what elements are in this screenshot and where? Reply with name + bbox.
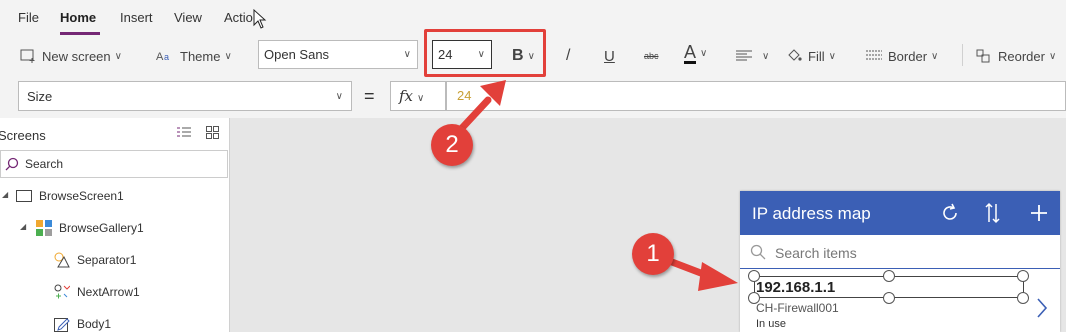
add-icon[interactable]	[1030, 204, 1048, 222]
chevron-down-icon: ∨	[114, 50, 122, 62]
mouse-cursor-icon	[253, 9, 267, 29]
fx-icon: fx	[399, 87, 414, 105]
new-screen-button[interactable]: New screen ∨	[20, 45, 122, 67]
chevron-down-icon: ∨	[762, 50, 770, 62]
collapse-arrow-icon[interactable]: ◢	[2, 190, 8, 199]
list-view-icon[interactable]	[176, 127, 192, 139]
collapse-arrow-icon[interactable]: ◢	[20, 222, 26, 231]
menu-view[interactable]: View	[174, 10, 202, 25]
resize-handle[interactable]	[883, 270, 895, 282]
font-family-select[interactable]: Open Sans ∨	[258, 40, 418, 69]
arrow-control-icon	[54, 284, 70, 299]
tree-item-body1[interactable]: Body1	[54, 314, 111, 332]
new-screen-icon	[20, 49, 35, 63]
equals-sign: =	[364, 86, 375, 106]
font-color-button[interactable]: A ∨	[684, 42, 707, 64]
chevron-down-icon: ∨	[1048, 50, 1057, 62]
shapes-icon	[54, 252, 70, 268]
paint-bucket-icon	[788, 49, 802, 61]
italic-icon: /	[566, 47, 571, 64]
callout-highlight-box	[424, 29, 546, 77]
chevron-down-icon: ∨	[931, 50, 939, 62]
resize-handle[interactable]	[1017, 292, 1029, 304]
tree-item-label: BrowseGallery1	[59, 221, 144, 235]
menu-insert[interactable]: Insert	[120, 10, 153, 25]
next-arrow-icon[interactable]	[1036, 297, 1048, 319]
tree-item-nextarrow1[interactable]: NextArrow1	[54, 282, 140, 302]
refresh-icon[interactable]	[940, 203, 960, 223]
underline-icon: U	[604, 47, 615, 65]
svg-text:a: a	[164, 52, 169, 62]
theme-label: Theme	[180, 48, 221, 64]
app-preview-screen[interactable]: IP address map Search items 192.168.1.1 …	[740, 191, 1060, 332]
app-search-placeholder: Search items	[775, 245, 857, 261]
app-header: IP address map	[740, 191, 1060, 235]
tree-item-label: Body1	[77, 317, 112, 331]
sort-icon[interactable]	[985, 202, 1001, 224]
active-tab-indicator	[60, 32, 100, 35]
callout-badge-2: 2	[431, 124, 473, 166]
formula-value: 24	[457, 88, 472, 103]
italic-button[interactable]: /	[566, 45, 570, 67]
app-title: IP address map	[752, 204, 871, 223]
tree-item-label: NextArrow1	[77, 285, 140, 299]
tree-search-placeholder: Search	[25, 157, 64, 171]
theme-icon: Aa	[156, 51, 169, 63]
resize-handle[interactable]	[748, 292, 760, 304]
edit-text-icon	[54, 318, 70, 332]
align-button[interactable]: ∨	[736, 45, 769, 67]
strikethrough-button[interactable]: abc	[644, 45, 659, 67]
font-family-value: Open Sans	[264, 47, 330, 62]
border-button[interactable]: Border ∨	[866, 45, 938, 67]
align-left-icon	[736, 50, 752, 61]
gallery-icon	[36, 220, 52, 236]
theme-button[interactable]: Aa Theme ∨	[156, 45, 232, 67]
formula-input[interactable]: 24	[446, 81, 1066, 111]
thumbnail-view-icon[interactable]	[206, 126, 219, 139]
tree-item-label: Separator1	[77, 253, 137, 267]
fx-button[interactable]: fx ∨	[390, 81, 446, 111]
font-color-icon: A	[684, 41, 697, 64]
border-icon	[866, 50, 882, 60]
chevron-down-icon: ∨	[417, 93, 425, 104]
underline-button[interactable]: U	[604, 45, 615, 67]
reorder-label: Reorder	[998, 48, 1045, 64]
search-icon	[750, 244, 766, 260]
screen-icon	[16, 190, 32, 202]
tree-item-browsescreen1[interactable]: BrowseScreen1	[16, 186, 124, 206]
search-icon	[5, 157, 19, 171]
border-label: Border	[888, 48, 928, 64]
tree-item-label: BrowseScreen1	[39, 189, 124, 203]
callout-badge-1: 1	[632, 233, 674, 275]
resize-handle[interactable]	[748, 270, 760, 282]
strikethrough-icon: abc	[644, 51, 659, 61]
reorder-icon	[976, 49, 990, 63]
tree-item-browsegallery1[interactable]: BrowseGallery1	[36, 218, 144, 238]
menu-home[interactable]: Home	[60, 10, 96, 25]
property-select[interactable]: Size ∨	[18, 81, 352, 111]
gallery-item-subtitle: CH-Firewall001	[756, 301, 839, 315]
fill-button[interactable]: Fill ∨	[786, 45, 836, 67]
resize-handle[interactable]	[1017, 270, 1029, 282]
chevron-down-icon: ∨	[335, 91, 343, 102]
reorder-button[interactable]: Reorder ∨	[976, 45, 1056, 67]
gallery-item-body: In use	[756, 318, 786, 330]
menu-file[interactable]: File	[18, 10, 39, 25]
pane-title: Screens	[0, 128, 46, 143]
chevron-down-icon: ∨	[828, 50, 836, 62]
chevron-down-icon: ∨	[224, 50, 232, 62]
new-screen-label: New screen	[42, 48, 111, 64]
resize-handle[interactable]	[883, 292, 895, 304]
ribbon-divider	[962, 44, 963, 66]
tree-search-input[interactable]: Search	[0, 150, 228, 178]
tree-item-separator1[interactable]: Separator1	[54, 250, 136, 270]
app-search-input[interactable]: Search items	[740, 235, 1060, 269]
fill-label: Fill	[808, 48, 825, 64]
chevron-down-icon: ∨	[403, 49, 411, 60]
chevron-down-icon: ∨	[700, 47, 708, 59]
property-value: Size	[27, 89, 53, 104]
svg-text:A: A	[156, 51, 164, 63]
tree-view-pane: Screens Search ◢ BrowseScreen1 ◢ BrowseG…	[0, 118, 230, 332]
